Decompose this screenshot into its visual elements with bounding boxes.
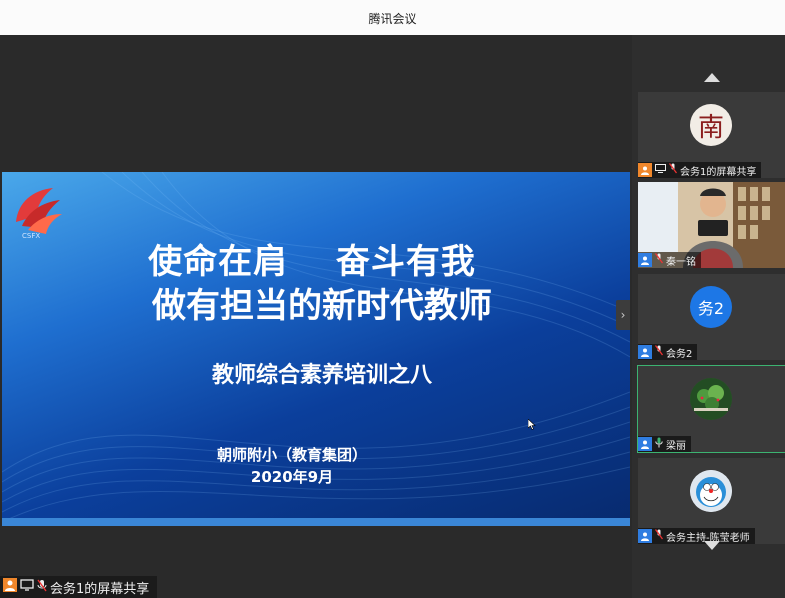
participant-name: 秦一铭 [666, 256, 696, 268]
collapse-sidebar-button[interactable]: › [616, 300, 630, 330]
screen-share-icon [20, 579, 34, 595]
school-logo-icon: CSFX [16, 188, 62, 240]
avatar: 务2 [690, 286, 732, 328]
mic-muted-icon [668, 163, 678, 177]
participant-namebar: 会务2 [638, 344, 698, 360]
participant-tile[interactable]: 秦一铭 [638, 182, 785, 268]
mic-muted-icon [654, 529, 664, 543]
title-bar: 腾讯会议 [0, 0, 785, 35]
mic-muted-icon [654, 345, 664, 359]
participant-tile[interactable]: 务2 会务2 [638, 274, 785, 360]
participant-name: 梁丽 [666, 440, 686, 452]
slide-title-line2: 做有担当的新时代教师 [152, 286, 492, 326]
window-title: 腾讯会议 [368, 12, 417, 26]
mic-muted-icon [654, 253, 664, 267]
slide-title-line1: 使命在肩 奋斗有我 [148, 242, 476, 282]
scroll-up-icon[interactable] [704, 73, 720, 82]
scroll-down-icon[interactable] [704, 541, 720, 550]
presentation-slide: CSFX 使命在肩 奋斗有我 做有担当的新时代教师 教师综合素养培训之八 朝师附… [2, 172, 630, 526]
avatar: 南 [690, 104, 732, 146]
participant-sidebar: 南 会务1的屏幕共享 秦一铭 务2 会务2 梁丽 会务主持-陈莹老师 [632, 35, 785, 598]
participant-tile[interactable]: 会务主持-陈莹老师 [638, 458, 785, 544]
participant-name: 会务1的屏幕共享 [680, 166, 757, 178]
participant-namebar: 会务主持-陈莹老师 [638, 528, 755, 544]
participant-tile[interactable]: 梁丽 [637, 365, 785, 453]
participant-namebar: 会务1的屏幕共享 [638, 162, 762, 178]
user-icon [638, 437, 652, 451]
mouse-cursor-icon [528, 419, 536, 430]
avatar [690, 378, 732, 420]
slide-date: 2020年9月 [250, 468, 334, 486]
user-icon [638, 345, 652, 359]
mic-muted-icon [37, 579, 47, 596]
user-icon [3, 578, 17, 596]
participant-namebar: 秦一铭 [638, 252, 701, 268]
user-icon [638, 163, 652, 177]
screen-share-badge[interactable]: 会务1的屏幕共享 [0, 576, 158, 598]
participant-namebar: 梁丽 [638, 436, 691, 452]
slide-organization: 朝师附小（教育集团） [216, 446, 367, 464]
share-badge-label: 会务1的屏幕共享 [50, 581, 150, 597]
shared-screen-stage: CSFX 使命在肩 奋斗有我 做有担当的新时代教师 教师综合素养培训之八 朝师附… [0, 35, 632, 598]
slide-subtitle: 教师综合素养培训之八 [211, 363, 432, 388]
participant-name: 会务2 [666, 348, 693, 360]
screen-share-icon [655, 164, 666, 176]
user-icon [638, 529, 652, 543]
user-icon [638, 253, 652, 267]
mic-active-icon [655, 437, 663, 451]
avatar [690, 470, 732, 512]
participant-tile[interactable]: 南 会务1的屏幕共享 [638, 92, 785, 178]
